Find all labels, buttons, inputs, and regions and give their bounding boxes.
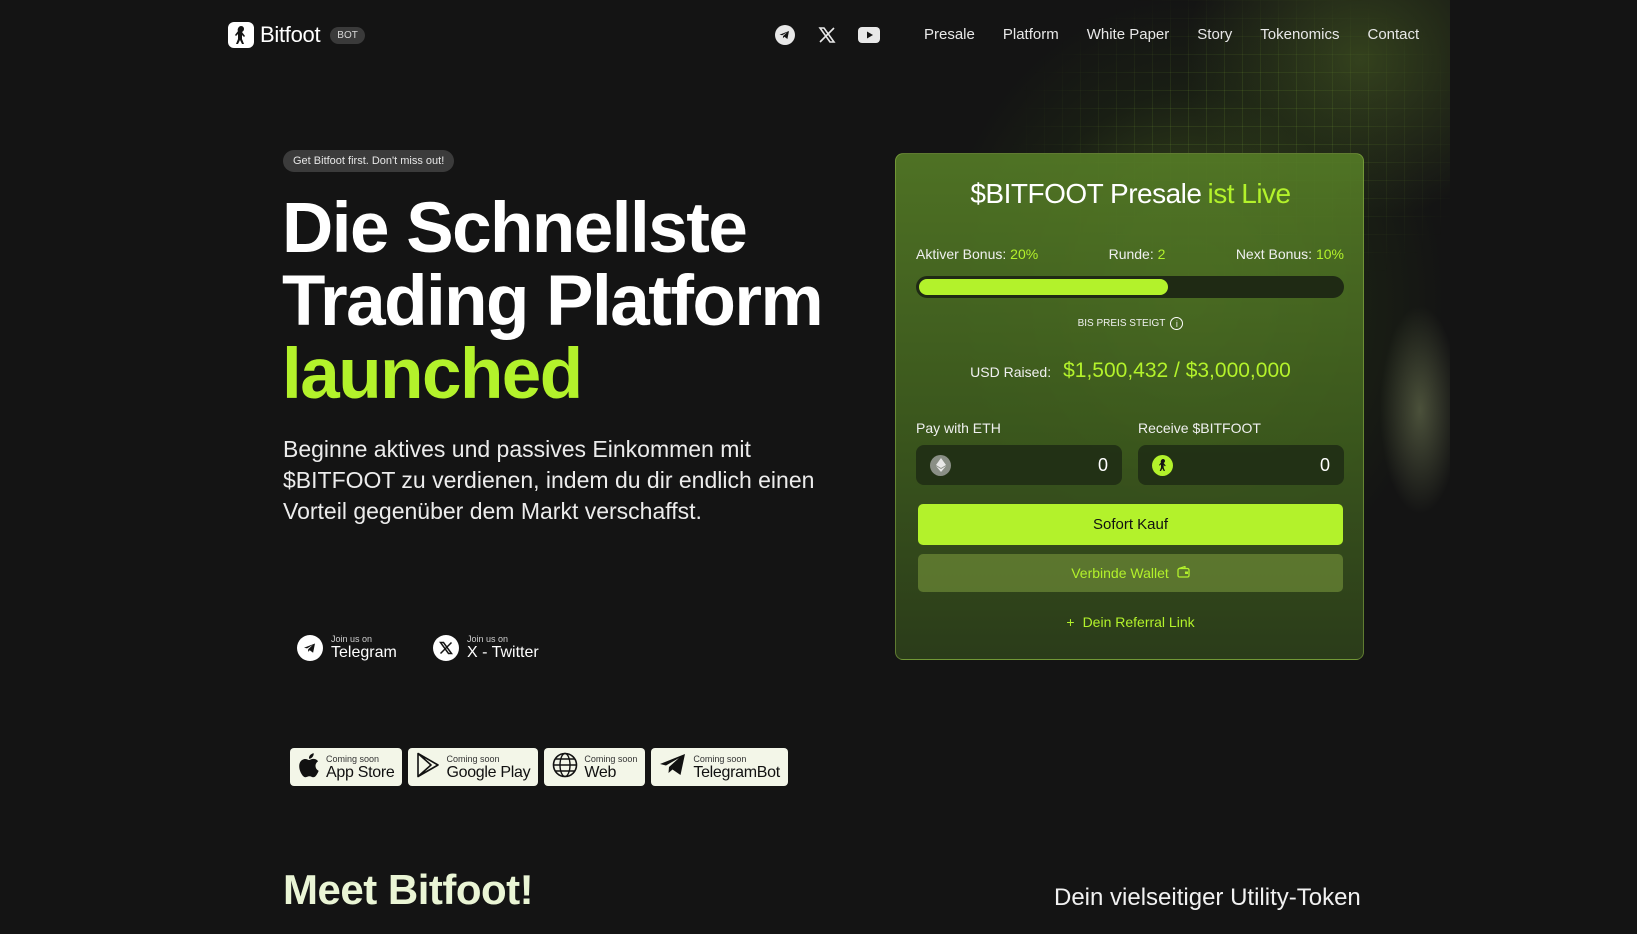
- info-icon[interactable]: i: [1170, 317, 1184, 330]
- presale-card: $BITFOOT Presale ist Live Aktiver Bonus: …: [895, 153, 1364, 660]
- coming-soon-label: Coming soon: [584, 753, 638, 764]
- wallet-icon: [1177, 565, 1190, 581]
- nav-platform[interactable]: Platform: [1003, 26, 1059, 43]
- coming-soon-label: Coming soon: [446, 753, 500, 764]
- connect-wallet-button[interactable]: Verbinde Wallet: [918, 554, 1343, 592]
- referral-link[interactable]: + Dein Referral Link: [896, 614, 1365, 630]
- logo-text: Bitfoot: [260, 22, 321, 47]
- nav-tokenomics[interactable]: Tokenomics: [1260, 26, 1339, 43]
- telegram-icon: [659, 753, 687, 782]
- promo-pill: Get Bitfoot first. Don't miss out!: [283, 150, 455, 172]
- join-x-twitter-link[interactable]: Join us on X - Twitter: [433, 634, 539, 662]
- next-bonus-label: Next Bonus:: [1235, 246, 1313, 262]
- buy-now-button[interactable]: Sofort Kauf: [918, 504, 1343, 545]
- receive-bitfoot-label: Receive $BITFOOT: [1138, 420, 1261, 436]
- hero-subtext: Beginne aktives und passives Einkommen m…: [283, 436, 815, 524]
- receive-bitfoot-input[interactable]: 0: [1138, 445, 1344, 485]
- join-x-twitter-label: X - Twitter: [467, 644, 539, 661]
- logo[interactable]: Bitfoot BOT: [228, 22, 365, 48]
- round: Runde: 2: [1109, 246, 1166, 262]
- meet-heading: Meet Bitfoot!: [283, 866, 534, 913]
- store-badges: Coming soon App Store Coming soon Google…: [290, 748, 788, 786]
- right-margin: [1450, 0, 1637, 934]
- usd-raised-label: USD Raised:: [970, 364, 1052, 380]
- active-bonus-label: Aktiver Bonus:: [916, 246, 1007, 262]
- join-telegram-label: Telegram: [331, 644, 397, 661]
- background-rock: [1360, 280, 1460, 540]
- headline-line-1: Die Schnellste: [282, 189, 748, 268]
- eth-icon: [930, 454, 951, 476]
- utility-heading: Dein vielseitiger Utility-Token: [1054, 884, 1361, 911]
- bitfoot-token-icon: [1152, 454, 1173, 476]
- web-label: Web: [584, 763, 617, 781]
- pay-eth-input[interactable]: 0: [916, 445, 1122, 485]
- hero-headline: Die Schnellste Trading Platform launched: [282, 189, 824, 414]
- presale-live-text: ist Live: [1207, 178, 1291, 209]
- nav-white-paper[interactable]: White Paper: [1087, 26, 1170, 43]
- bigfoot-logo-icon: [228, 22, 254, 48]
- until-price-rises: BIS PREIS STEIGT i: [896, 317, 1365, 330]
- active-bonus: Aktiver Bonus: 20%: [916, 246, 1038, 262]
- youtube-icon[interactable]: [858, 24, 880, 46]
- plus-icon: +: [1066, 614, 1075, 630]
- telegram-icon: [297, 635, 323, 661]
- active-bonus-value: 20%: [1010, 246, 1039, 262]
- receive-bitfoot-value: 0: [1319, 454, 1330, 475]
- headline-line-3: launched: [282, 335, 583, 414]
- google-play-label: Google Play: [446, 763, 531, 781]
- presale-stats: Aktiver Bonus: 20% Runde: 2 Next Bonus: …: [916, 246, 1344, 262]
- telegram-icon[interactable]: [774, 24, 796, 46]
- app-store-badge[interactable]: Coming soon App Store: [290, 748, 403, 786]
- usd-raised: USD Raised: $1,500,432 / $3,000,000: [896, 359, 1365, 383]
- presale-progress-fill: [919, 279, 1168, 295]
- globe-icon: [552, 752, 578, 783]
- apple-icon: [298, 752, 320, 783]
- referral-link-label: Dein Referral Link: [1082, 614, 1195, 630]
- usd-raised-value: $1,500,432 / $3,000,000: [1063, 359, 1291, 382]
- connect-wallet-label: Verbinde Wallet: [1071, 565, 1169, 581]
- next-bonus: Next Bonus: 10%: [1236, 246, 1344, 262]
- pay-with-eth-label: Pay with ETH: [916, 420, 1001, 436]
- bot-badge: BOT: [330, 26, 365, 44]
- x-icon: [433, 635, 459, 661]
- headline-line-2: Trading Platform: [282, 262, 824, 341]
- nav-presale[interactable]: Presale: [924, 26, 975, 43]
- next-bonus-value: 10%: [1315, 246, 1344, 262]
- coming-soon-label: Coming soon: [693, 753, 747, 764]
- presale-title: $BITFOOT Presale ist Live: [896, 178, 1365, 210]
- join-small-label: Join us on: [331, 634, 373, 644]
- site-header: Bitfoot BOT Presale Platform White Paper…: [0, 0, 1637, 72]
- google-play-icon: [416, 752, 440, 783]
- until-price-rises-label: BIS PREIS STEIGT: [1077, 318, 1166, 329]
- join-telegram-link[interactable]: Join us on Telegram: [297, 634, 397, 662]
- pay-eth-value: 0: [1097, 454, 1108, 475]
- x-icon[interactable]: [816, 24, 838, 46]
- round-value: 2: [1157, 246, 1166, 262]
- presale-progress-bar: [916, 276, 1344, 298]
- coming-soon-label: Coming soon: [326, 753, 380, 764]
- header-social-links: [774, 24, 880, 46]
- telegram-bot-label: TelegramBot: [693, 763, 780, 781]
- google-play-badge[interactable]: Coming soon Google Play: [408, 748, 539, 786]
- web-badge[interactable]: Coming soon Web: [544, 748, 646, 786]
- presale-title-text: $BITFOOT Presale: [970, 178, 1202, 209]
- join-small-label: Join us on: [467, 634, 509, 644]
- app-store-label: App Store: [326, 763, 395, 781]
- nav-contact[interactable]: Contact: [1367, 26, 1419, 43]
- round-label: Runde:: [1108, 246, 1154, 262]
- nav-story[interactable]: Story: [1197, 26, 1232, 43]
- telegram-bot-badge[interactable]: Coming soon TelegramBot: [651, 748, 788, 786]
- main-nav: Presale Platform White Paper Story Token…: [924, 26, 1419, 43]
